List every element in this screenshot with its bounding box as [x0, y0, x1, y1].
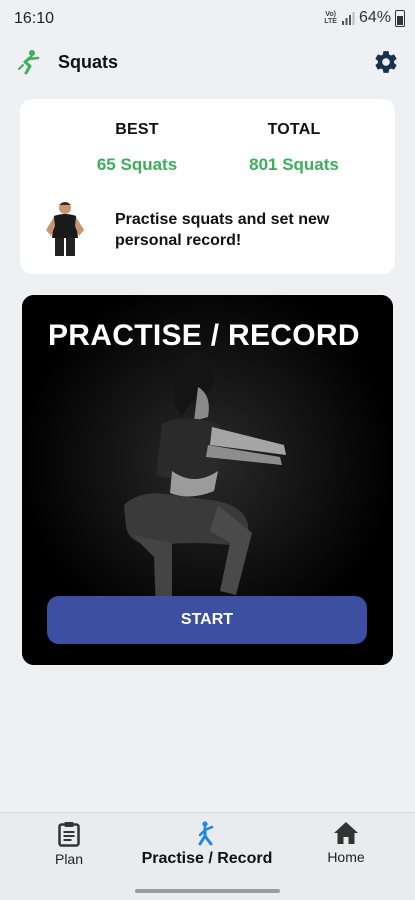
- home-icon: [334, 822, 358, 844]
- best-label: BEST: [115, 121, 159, 138]
- total-label: TOTAL: [267, 121, 321, 138]
- clipboard-icon: [58, 822, 80, 847]
- motivation-text: Practise squats and set new personal rec…: [115, 211, 330, 249]
- app-bar: Squats: [0, 38, 415, 88]
- nav-label-plan: Plan: [54, 851, 84, 867]
- best-stat: BEST 65 Squats: [57, 121, 217, 175]
- nav-label-home: Home: [327, 849, 365, 865]
- coach-avatar: [46, 202, 84, 256]
- status-bar: 16:10 Vo) LTE 64%: [0, 0, 415, 38]
- best-value: 65 Squats: [96, 155, 178, 174]
- squat-figure-icon: [18, 50, 40, 75]
- total-value: 801 Squats: [249, 155, 339, 174]
- gesture-bar[interactable]: [135, 889, 280, 893]
- page-title: Squats: [58, 52, 119, 72]
- nav-item-practise-record[interactable]: Practise / Record: [132, 821, 282, 868]
- start-button[interactable]: START: [47, 596, 367, 644]
- stretching-figure-icon: [198, 821, 214, 846]
- gear-icon[interactable]: [373, 49, 399, 75]
- nav-item-home[interactable]: Home: [318, 821, 374, 865]
- total-stat: TOTAL 801 Squats: [214, 121, 374, 175]
- status-time: 16:10: [14, 10, 55, 27]
- battery-percent: 64%: [358, 9, 391, 26]
- practise-card[interactable]: PRACTISE / RECORD START: [22, 295, 393, 665]
- bottom-nav: Plan Practise / Record Home: [0, 812, 415, 900]
- status-indicators: Vo) LTE 64%: [324, 9, 405, 27]
- volte-icon: Vo) LTE: [324, 11, 337, 25]
- signal-icon: [341, 12, 355, 25]
- nav-label-practise-record: Practise / Record: [141, 850, 273, 867]
- card-heading: PRACTISE / RECORD: [48, 319, 360, 352]
- battery-icon: [395, 9, 405, 27]
- stats-card: BEST 65 Squats TOTAL 801 Squats Practise…: [20, 99, 395, 274]
- nav-item-plan[interactable]: Plan: [44, 821, 94, 867]
